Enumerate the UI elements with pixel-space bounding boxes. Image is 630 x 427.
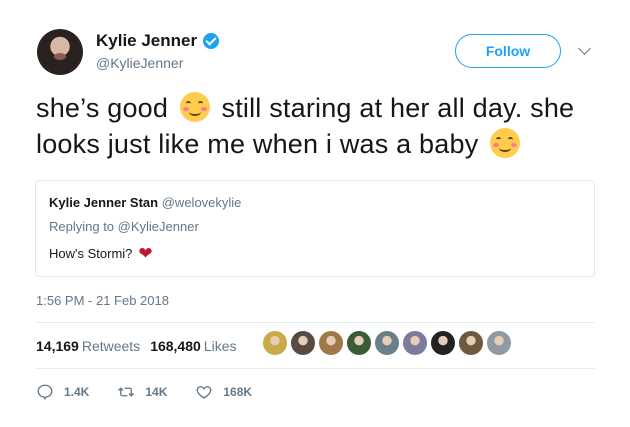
quoted-tweet-body: How's Stormi? ❤ xyxy=(49,244,153,263)
quoted-tweet[interactable]: Kylie Jenner Stan @welovekylie Replying … xyxy=(35,180,595,277)
tweet-timestamp[interactable]: 1:56 PM - 21 Feb 2018 xyxy=(36,293,169,308)
profile-handle[interactable]: @KylieJenner xyxy=(96,55,183,71)
quoted-tweet-header: Kylie Jenner Stan @welovekylie xyxy=(49,195,241,210)
heart-icon xyxy=(197,386,212,399)
liker-avatar[interactable] xyxy=(374,330,400,356)
retweet-count: 14K xyxy=(145,385,168,399)
smiling-face-emoji-icon xyxy=(179,92,210,122)
smiling-face-emoji-icon xyxy=(490,128,521,158)
divider xyxy=(35,322,595,323)
divider xyxy=(35,368,595,369)
red-heart-icon: ❤ xyxy=(138,244,153,263)
quoted-tweet-text: How's Stormi? xyxy=(49,246,133,261)
retweet-action[interactable]: 14K xyxy=(117,383,167,401)
tweet-actions: 1.4K 14K 168K xyxy=(36,383,252,401)
liker-avatar[interactable] xyxy=(486,330,512,356)
tweet-text: she’s good still staring at her all day.… xyxy=(36,90,606,162)
quoted-tweet-handle: @welovekylie xyxy=(161,195,242,210)
reply-action[interactable]: 1.4K xyxy=(36,383,89,401)
retweets-count: 14,169 xyxy=(36,338,79,354)
like-action[interactable]: 168K xyxy=(195,383,252,401)
tweet-stats: 14,169 Retweets 168,480 Likes xyxy=(36,338,236,354)
retweet-icon xyxy=(118,387,135,397)
verified-badge-icon xyxy=(203,33,220,49)
liker-avatar[interactable] xyxy=(430,330,456,356)
like-count: 168K xyxy=(223,385,253,399)
likes-label: Likes xyxy=(203,338,237,354)
reply-icon xyxy=(37,384,53,401)
quoted-tweet-replying-to: Replying to @KylieJenner xyxy=(49,219,199,234)
profile-avatar[interactable] xyxy=(37,29,83,75)
liker-avatar[interactable] xyxy=(290,330,316,356)
reply-count: 1.4K xyxy=(64,385,90,399)
liker-avatar[interactable] xyxy=(458,330,484,356)
liker-avatar[interactable] xyxy=(402,330,428,356)
profile-name-row[interactable]: Kylie Jenner xyxy=(96,31,220,51)
liker-avatar[interactable] xyxy=(346,330,372,356)
liker-avatar[interactable] xyxy=(318,330,344,356)
liker-avatar[interactable] xyxy=(262,330,288,356)
likes-count: 168,480 xyxy=(150,338,201,354)
likes-stat[interactable]: 168,480 Likes xyxy=(150,338,236,354)
tweet-text-part1: she’s good xyxy=(36,93,169,123)
retweets-label: Retweets xyxy=(81,338,141,354)
liker-avatars xyxy=(262,330,512,356)
follow-button[interactable]: Follow xyxy=(455,34,561,68)
chevron-down-icon[interactable] xyxy=(578,42,591,55)
retweets-stat[interactable]: 14,169 Retweets xyxy=(36,338,140,354)
profile-name[interactable]: Kylie Jenner xyxy=(96,31,197,51)
quoted-tweet-name: Kylie Jenner Stan xyxy=(49,195,159,210)
